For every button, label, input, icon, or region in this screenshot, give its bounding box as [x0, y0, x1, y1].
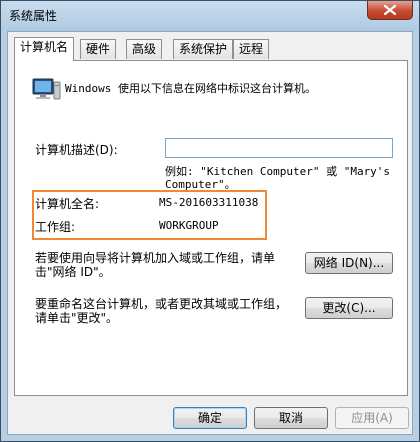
computer-icon: [32, 78, 61, 100]
system-properties-window: 系统属性 计算机名 硬件 高级 系统保护 远程 Windows 使用以下信息在网…: [0, 0, 420, 442]
cancel-button[interactable]: 取消: [254, 407, 328, 429]
intro-text: Windows 使用以下信息在网络中标识这台计算机。: [65, 82, 316, 95]
ok-button[interactable]: 确定: [173, 407, 247, 429]
title-bar[interactable]: 系统属性: [1, 1, 419, 31]
apply-button[interactable]: 应用(A): [335, 407, 409, 429]
window-title: 系统属性: [9, 9, 58, 23]
close-button[interactable]: [367, 1, 413, 20]
computer-name-panel: Windows 使用以下信息在网络中标识这台计算机。 计算机描述(D): 例如:…: [14, 60, 408, 396]
tab-label: 高级: [132, 42, 157, 56]
workgroup-label: 工作组:: [35, 220, 76, 234]
description-hint: 例如: "Kitchen Computer" 或 "Mary's Compute…: [165, 165, 391, 191]
tab-system-protection[interactable]: 系统保护: [173, 39, 234, 59]
tab-label: 远程: [239, 42, 264, 56]
close-icon: [384, 5, 396, 15]
computer-description-input[interactable]: [165, 138, 393, 158]
tab-computer-name[interactable]: 计算机名: [14, 37, 75, 61]
tab-advanced[interactable]: 高级: [126, 39, 163, 59]
rename-text: 要重命名这台计算机，或者更改其域或工作组，请单击"更改"。: [35, 297, 288, 325]
tab-remote[interactable]: 远程: [233, 39, 270, 59]
description-label: 计算机描述(D):: [35, 143, 118, 157]
tab-hardware[interactable]: 硬件: [80, 39, 117, 59]
tab-label: 计算机名: [20, 40, 69, 54]
full-name-label: 计算机全名:: [35, 197, 100, 211]
full-name-value: MS-201603311038: [159, 196, 259, 209]
network-id-button[interactable]: 网络 ID(N)...: [305, 252, 393, 274]
tab-label: 系统保护: [179, 42, 228, 56]
tab-label: 硬件: [86, 42, 111, 56]
change-button[interactable]: 更改(C)...: [305, 297, 393, 319]
workgroup-value: WORKGROUP: [159, 219, 219, 232]
dialog-client-area: 计算机名 硬件 高级 系统保护 远程 Windows 使用以下信息在网络中标识这…: [7, 31, 413, 435]
network-id-text: 若要使用向导将计算机加入域或工作组，请单击"网络 ID"。: [35, 251, 276, 279]
